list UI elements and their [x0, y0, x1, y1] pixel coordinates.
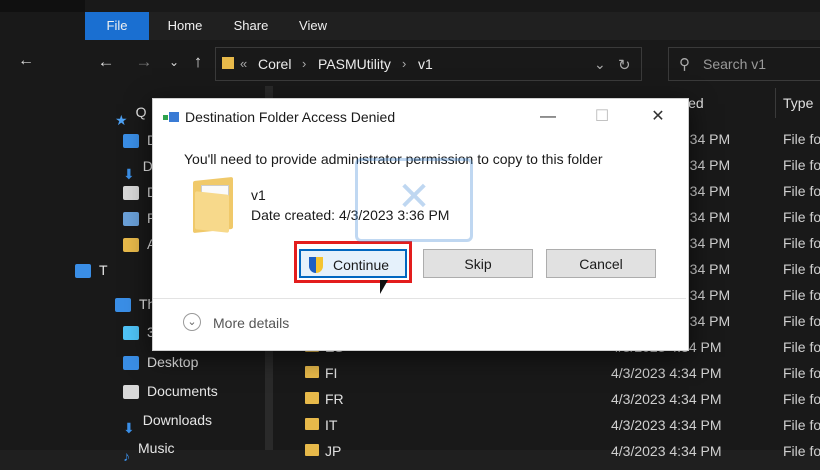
desktop-icon: [123, 356, 139, 371]
nav-item-this-pc[interactable]: Th: [115, 290, 155, 318]
folder-icon: [123, 238, 139, 253]
tab-share[interactable]: Share: [223, 12, 279, 40]
file-name: FI: [325, 365, 338, 381]
back-window-row: ←: [0, 52, 90, 74]
pc-icon: [115, 298, 131, 313]
file-date-modified: 4/3/2023 4:34 PM: [611, 417, 722, 433]
column-separator[interactable]: [775, 88, 776, 118]
dialog-title: Destination Folder Access Denied: [185, 109, 396, 125]
file-row[interactable]: JP 4/3/2023 4:34 PM File fo: [295, 439, 820, 465]
file-name: IT: [325, 417, 338, 433]
item-name: v1: [251, 187, 266, 203]
up-button[interactable]: ↑: [187, 52, 209, 72]
nav-item-documents-pc[interactable]: Documents: [123, 377, 218, 405]
breadcrumb-v1[interactable]: v1: [418, 56, 433, 72]
file-row[interactable]: FR 4/3/2023 4:34 PM File fo: [295, 387, 820, 413]
chevron-down-icon: ⌄: [183, 313, 201, 331]
music-icon: ♪: [123, 448, 130, 465]
tab-home[interactable]: Home: [155, 12, 215, 40]
breadcrumb-separator-icon[interactable]: ›: [402, 56, 406, 71]
file-date-modified: 4/3/2023 4:34 PM: [611, 365, 722, 381]
ribbon-tabs: File Home Share View: [85, 12, 820, 40]
back-button[interactable]: ←: [95, 52, 117, 72]
desktop-icon: [123, 134, 139, 149]
folder-icon: [193, 176, 233, 234]
recent-locations-chevron-icon[interactable]: ⌄: [163, 55, 185, 69]
folder-icon: [305, 418, 319, 430]
refresh-icon[interactable]: ↻: [618, 56, 631, 74]
file-name: JP: [325, 443, 342, 459]
copy-app-icon: [163, 112, 179, 122]
file-type: File fo: [783, 183, 820, 199]
skip-button[interactable]: Skip: [423, 249, 533, 278]
folder-icon: [305, 392, 319, 404]
mouse-cursor-icon: [380, 280, 388, 294]
close-button[interactable]: ✕: [640, 105, 676, 129]
file-type: File fo: [783, 157, 820, 173]
nav-item-music[interactable]: ♪Music: [123, 434, 175, 465]
file-type: File fo: [783, 313, 820, 329]
file-type: File fo: [783, 287, 820, 303]
nav-item-this-pc-collapsed[interactable]: T: [75, 256, 108, 284]
cube-icon: [123, 326, 139, 341]
file-name: FR: [325, 391, 344, 407]
download-icon: ⬇: [123, 420, 135, 437]
nav-item-quick-access[interactable]: ★Q: [115, 98, 146, 129]
back-arrow-icon[interactable]: ←: [18, 52, 34, 70]
file-type: File fo: [783, 209, 820, 225]
forward-button[interactable]: →: [133, 52, 155, 72]
nav-item-desktop-pc[interactable]: Desktop: [123, 348, 198, 376]
folder-icon: [305, 366, 319, 378]
file-type: File fo: [783, 391, 820, 407]
column-type[interactable]: Type: [783, 95, 813, 111]
file-type: File fo: [783, 417, 820, 433]
maximize-button[interactable]: ☐: [584, 105, 620, 129]
breadcrumb-pasmutility[interactable]: PASMUtility: [318, 56, 391, 72]
nav-item-downloads-pc[interactable]: ⬇Downloads: [123, 406, 212, 437]
back-window-titlebar: [0, 0, 90, 12]
cancel-button[interactable]: Cancel: [546, 249, 656, 278]
nav-item-downloads[interactable]: ⬇D: [123, 152, 153, 183]
pc-icon: [75, 264, 91, 279]
picture-icon: [123, 212, 139, 227]
dropdown-chevron-icon[interactable]: ⌄: [594, 56, 606, 73]
folder-icon: [305, 444, 319, 456]
file-type: File fo: [783, 261, 820, 277]
file-type: File fo: [783, 131, 820, 147]
dialog-separator: [153, 298, 686, 299]
overflow-chevron-icon[interactable]: «: [240, 56, 247, 71]
search-placeholder: Search v1: [703, 56, 767, 72]
file-type: File fo: [783, 443, 820, 459]
search-icon: ⚲: [679, 56, 690, 73]
more-details-toggle[interactable]: ⌄ More details: [183, 313, 289, 331]
breadcrumb-separator-icon[interactable]: ›: [302, 56, 306, 71]
minimize-button[interactable]: —: [530, 105, 566, 129]
watermark-logo: ✕: [355, 158, 473, 242]
tab-view[interactable]: View: [285, 12, 341, 40]
file-row[interactable]: IT 4/3/2023 4:34 PM File fo: [295, 413, 820, 439]
search-box[interactable]: ⚲ Search v1: [668, 47, 820, 81]
nav-item-3d-objects[interactable]: 3: [123, 318, 155, 346]
file-date-modified: 4/3/2023 4:34 PM: [611, 443, 722, 459]
folder-icon: [222, 57, 234, 69]
background-explorer-window: ←: [0, 0, 90, 450]
file-type: File fo: [783, 365, 820, 381]
document-icon: [123, 186, 139, 201]
red-highlight-box: [294, 241, 412, 283]
file-row[interactable]: FI 4/3/2023 4:34 PM File fo: [295, 361, 820, 387]
address-path-box[interactable]: « Corel › PASMUtility › v1 ⌄ ↻: [215, 47, 642, 81]
document-icon: [123, 385, 139, 400]
breadcrumb-corel[interactable]: Corel: [258, 56, 291, 72]
tab-file[interactable]: File: [85, 12, 149, 40]
download-icon: ⬇: [123, 166, 135, 183]
file-date-modified: 4/3/2023 4:34 PM: [611, 391, 722, 407]
star-icon: ★: [115, 112, 128, 129]
file-type: File fo: [783, 235, 820, 251]
file-type: File fo: [783, 339, 820, 355]
